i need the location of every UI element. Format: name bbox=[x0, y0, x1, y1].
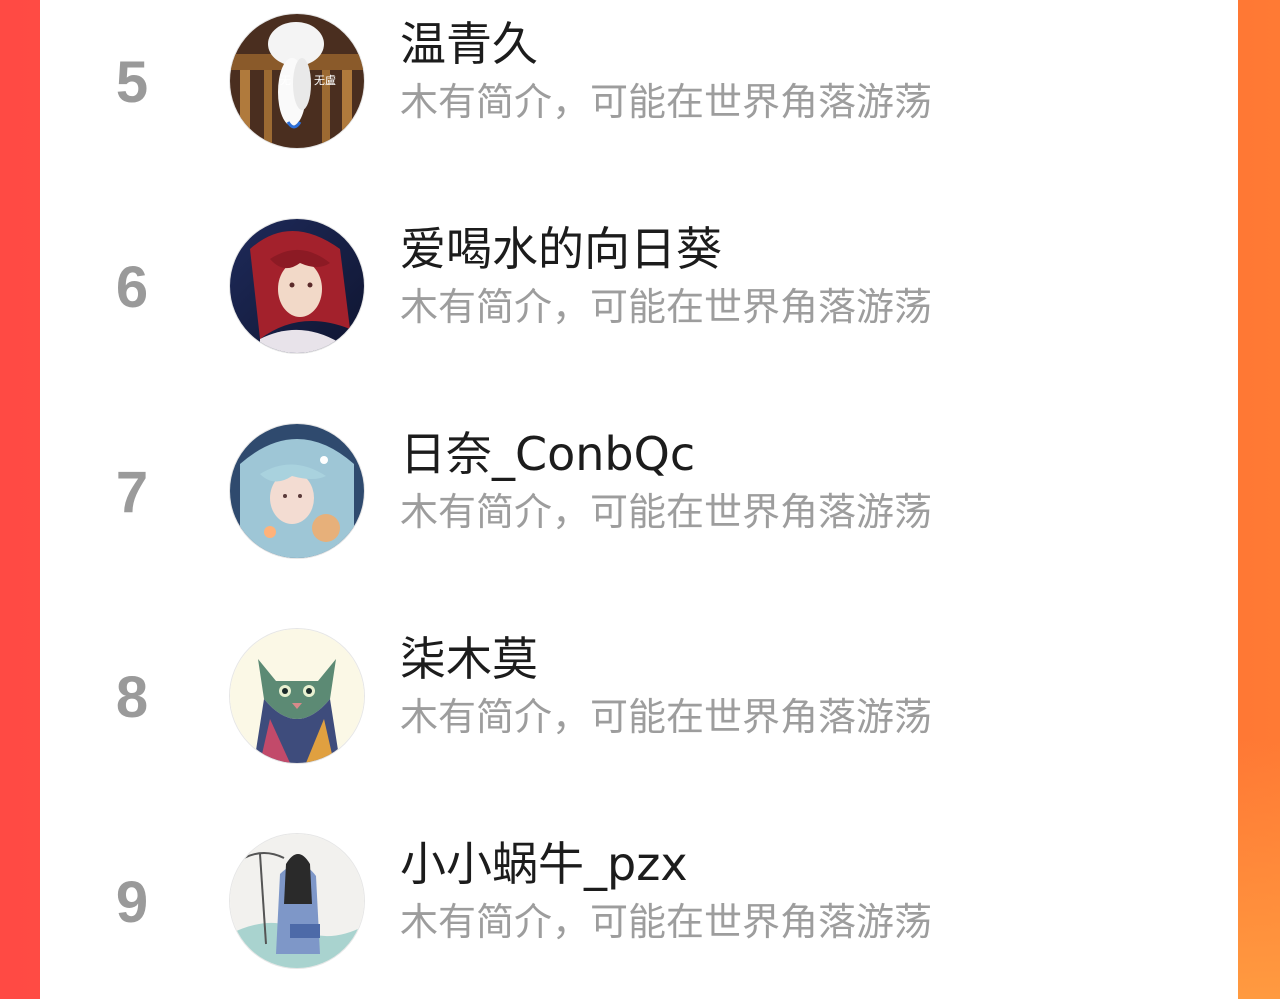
rank-number: 5 bbox=[115, 50, 149, 115]
blue-hair-girl-avatar-icon[interactable] bbox=[230, 424, 364, 558]
kitten-avatar-icon[interactable] bbox=[230, 629, 364, 763]
ranking-card: 5 无 无盧 温青久 木有简介，可能在世界角落游荡 6 爱喝水的向日葵 木有简介… bbox=[40, 0, 1238, 999]
ranking-page: 5 无 无盧 温青久 木有简介，可能在世界角落游荡 6 爱喝水的向日葵 木有简介… bbox=[0, 0, 1280, 999]
user-name[interactable]: 柒木莫 bbox=[400, 629, 538, 689]
ranking-row[interactable]: 9 小小蜗牛_pzx 木有简介，可能在世界角落游荡 bbox=[40, 820, 1238, 999]
user-bio: 木有简介，可能在世界角落游荡 bbox=[400, 285, 933, 329]
user-name[interactable]: 小小蜗牛_pzx bbox=[400, 834, 688, 894]
ranking-row[interactable]: 5 无 无盧 温青久 木有简介，可能在世界角落游荡 bbox=[40, 0, 1238, 205]
user-name[interactable]: 爱喝水的向日葵 bbox=[400, 219, 722, 279]
background-glow bbox=[1236, 739, 1280, 999]
avatar-text-left: 无 bbox=[280, 74, 291, 87]
avatar-text-right: 无盧 bbox=[314, 73, 336, 87]
rank-number: 8 bbox=[115, 665, 149, 730]
user-bio: 木有简介，可能在世界角落游荡 bbox=[400, 900, 933, 944]
user-bio: 木有简介，可能在世界角落游荡 bbox=[400, 490, 933, 534]
user-name[interactable]: 温青久 bbox=[400, 14, 538, 74]
red-hair-man-avatar-icon[interactable] bbox=[230, 219, 364, 353]
rank-number: 6 bbox=[115, 255, 149, 320]
user-bio: 木有简介，可能在世界角落游荡 bbox=[400, 80, 933, 124]
ranking-row[interactable]: 6 爱喝水的向日葵 木有简介，可能在世界角落游荡 bbox=[40, 205, 1238, 410]
rank-number: 9 bbox=[115, 870, 149, 935]
white-fox-avatar-icon[interactable]: 无 无盧 bbox=[230, 14, 364, 148]
ancient-swordsman-avatar-icon[interactable] bbox=[230, 834, 364, 968]
rank-number: 7 bbox=[115, 460, 149, 525]
user-name[interactable]: 日奈_ConbQc bbox=[400, 424, 695, 484]
ranking-row[interactable]: 7 日奈_ConbQc 木有简介，可能在世界角落游荡 bbox=[40, 410, 1238, 615]
user-bio: 木有简介，可能在世界角落游荡 bbox=[400, 695, 933, 739]
ranking-row[interactable]: 8 柒木莫 木有简介，可能在世界角落游荡 bbox=[40, 615, 1238, 820]
